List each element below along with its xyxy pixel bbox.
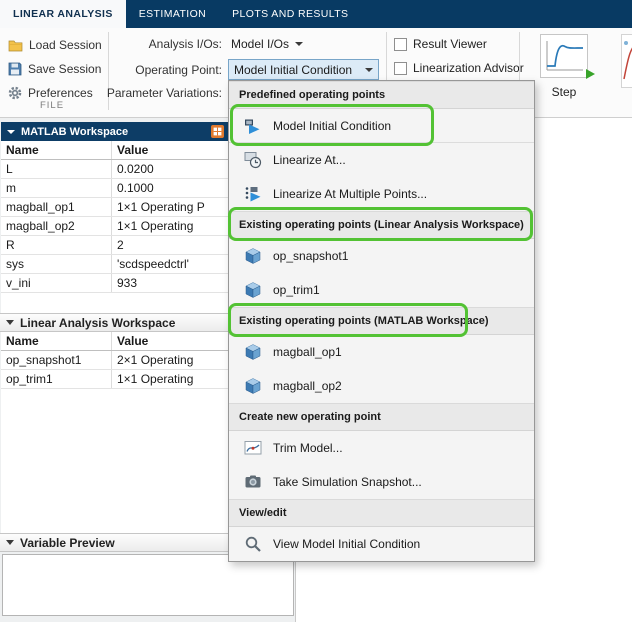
- button-label: Preferences: [28, 86, 93, 100]
- file-section-label: FILE: [39, 100, 65, 111]
- variable-name: R: [1, 236, 112, 254]
- snapshot-camera-icon: [244, 473, 262, 491]
- linearize-at-icon: [244, 151, 262, 169]
- tab-plots-and-results[interactable]: PLOTS AND RESULTS: [219, 0, 361, 28]
- variable-name: sys: [1, 255, 112, 273]
- linearize-multiple-icon: [244, 185, 262, 203]
- menu-item-label: magball_op2: [273, 379, 342, 393]
- variable-name: L: [1, 160, 112, 178]
- tab-linear-analysis[interactable]: LINEAR ANALYSIS: [0, 0, 126, 28]
- linearization-advisor-option: Linearization Advisor: [394, 60, 524, 76]
- dropdown-value: Model I/Os: [231, 37, 290, 51]
- menu-item-label: Trim Model...: [273, 441, 343, 455]
- collapse-triangle-icon: [6, 320, 14, 325]
- operating-point-cube-icon: [244, 281, 262, 299]
- load-session-button[interactable]: Load Session: [8, 34, 102, 56]
- operating-point-dropdown-menu: Predefined operating points Model Initia…: [228, 80, 535, 562]
- menu-section-header: Existing operating points (MATLAB Worksp…: [229, 307, 534, 335]
- menu-section-header: Existing operating points (Linear Analys…: [229, 211, 534, 239]
- collapse-triangle-icon: [6, 540, 14, 545]
- operating-point-cube-icon: [244, 377, 262, 395]
- variable-preview-area: [2, 554, 294, 616]
- column-header-name[interactable]: Name: [1, 332, 112, 350]
- menu-item-label: Take Simulation Snapshot...: [273, 475, 422, 489]
- variable-name: op_trim1: [1, 370, 112, 388]
- menu-section-header: View/edit: [229, 499, 534, 527]
- operating-point-label: Operating Point:: [135, 63, 222, 77]
- operating-point-dropdown-button[interactable]: Model Initial Condition: [228, 59, 379, 80]
- step-plot-button[interactable]: Step: [527, 31, 601, 115]
- menu-item-linearize-at-multiple-points[interactable]: Linearize At Multiple Points...: [229, 177, 534, 211]
- step-response-icon: [540, 34, 595, 81]
- column-header-name[interactable]: Name: [1, 141, 112, 159]
- menu-item-magball-op1[interactable]: magball_op1: [229, 335, 534, 369]
- operating-point-cube-icon: [244, 247, 262, 265]
- variable-name: magball_op1: [1, 198, 112, 216]
- menu-item-view-model-initial-condition[interactable]: View Model Initial Condition: [229, 527, 534, 561]
- collapse-triangle-icon[interactable]: [7, 129, 15, 134]
- panel-title: MATLAB Workspace: [21, 125, 129, 138]
- menu-item-label: op_snapshot1: [273, 249, 349, 263]
- menu-item-magball-op2[interactable]: magball_op2: [229, 369, 534, 403]
- chevron-down-icon: [365, 67, 373, 72]
- button-label: Load Session: [29, 38, 102, 52]
- result-viewer-checkbox[interactable]: [394, 37, 407, 51]
- operating-point-cube-icon: [244, 343, 262, 361]
- dropdown-value: Model Initial Condition: [234, 62, 353, 77]
- menu-item-op-trim1[interactable]: op_trim1: [229, 273, 534, 307]
- tab-estimation[interactable]: ESTIMATION: [126, 0, 219, 28]
- folder-open-icon: [8, 39, 23, 52]
- menu-section-header: Predefined operating points: [229, 81, 534, 109]
- menu-item-linearize-at[interactable]: Linearize At...: [229, 143, 534, 177]
- menu-item-label: op_trim1: [273, 283, 320, 297]
- result-viewer-option: Result Viewer: [394, 36, 487, 52]
- menu-item-model-initial-condition[interactable]: Model Initial Condition: [229, 109, 534, 143]
- checkbox-label: Linearization Advisor: [413, 61, 524, 75]
- variable-name: magball_op2: [1, 217, 112, 235]
- menu-section-header: Create new operating point: [229, 403, 534, 431]
- magnifier-icon: [244, 535, 262, 553]
- gallery-item-partial[interactable]: [621, 34, 632, 88]
- trim-model-icon: [244, 439, 262, 457]
- run-arrow-icon: [586, 69, 595, 79]
- menu-item-trim-model[interactable]: Trim Model...: [229, 431, 534, 465]
- section-title: Variable Preview: [20, 535, 115, 550]
- section-title: Linear Analysis Workspace: [20, 315, 176, 330]
- gear-icon: [8, 86, 22, 100]
- model-initial-condition-icon: [244, 117, 262, 135]
- checkbox-label: Result Viewer: [413, 37, 487, 51]
- menu-item-label: magball_op1: [273, 345, 342, 359]
- gallery-item-label: Step: [551, 85, 577, 99]
- analysis-ios-label: Analysis I/Os:: [148, 37, 222, 51]
- variable-name: m: [1, 179, 112, 197]
- chevron-down-icon: [295, 42, 304, 46]
- button-label: Save Session: [28, 62, 102, 76]
- menu-item-label: Model Initial Condition: [273, 118, 392, 133]
- variable-name: op_snapshot1: [1, 351, 112, 369]
- linear-analysis-tool-window: LINEAR ANALYSIS ESTIMATION PLOTS AND RES…: [0, 0, 632, 622]
- menu-item-label: Linearize At Multiple Points...: [273, 187, 428, 201]
- linearization-advisor-checkbox[interactable]: [394, 61, 407, 75]
- menu-item-op-snapshot1[interactable]: op_snapshot1: [229, 239, 534, 273]
- workspace-icon[interactable]: [211, 125, 224, 138]
- parameter-variations-label: Parameter Variations:: [106, 86, 222, 100]
- menu-item-label: View Model Initial Condition: [273, 537, 421, 551]
- save-icon: [8, 62, 22, 76]
- menu-item-take-simulation-snapshot[interactable]: Take Simulation Snapshot...: [229, 465, 534, 499]
- variable-name: v_ini: [1, 274, 112, 292]
- menu-item-label: Linearize At...: [273, 153, 346, 167]
- save-session-button[interactable]: Save Session: [8, 58, 101, 80]
- analysis-ios-dropdown[interactable]: Model I/Os: [231, 35, 304, 53]
- toolstrip-tab-bar: LINEAR ANALYSIS ESTIMATION PLOTS AND RES…: [0, 0, 632, 28]
